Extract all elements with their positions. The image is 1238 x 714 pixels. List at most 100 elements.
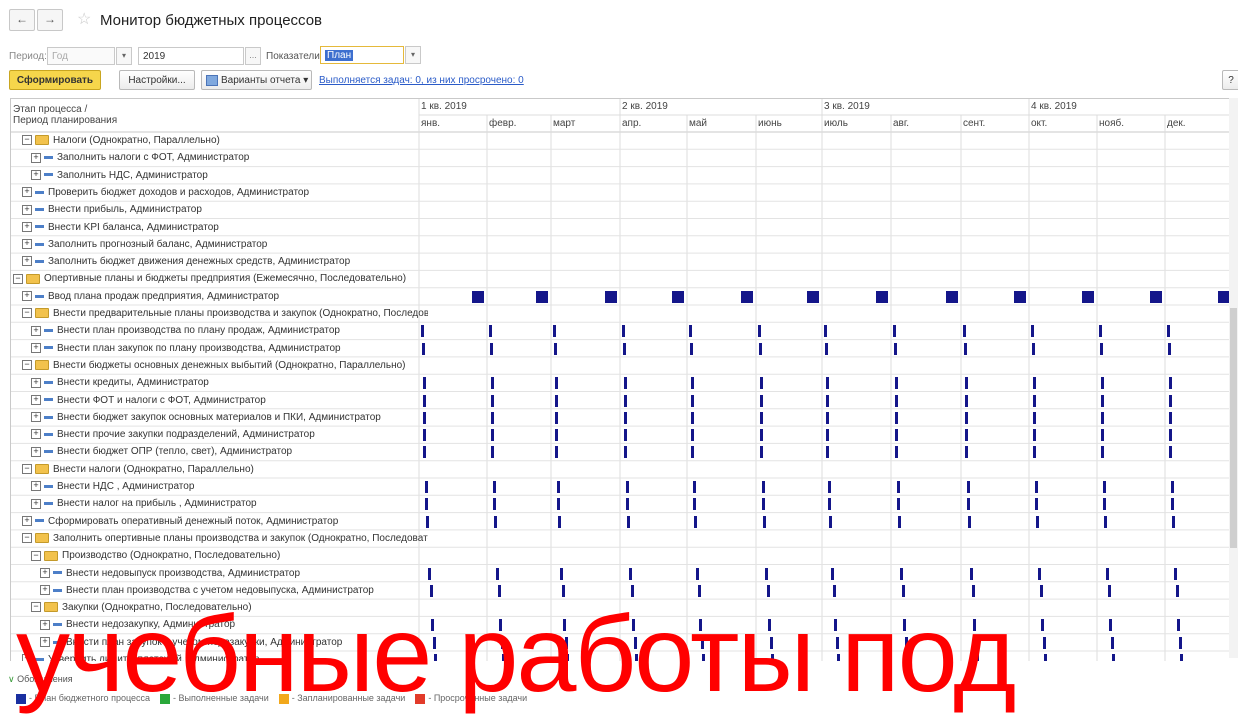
table-row[interactable]: − Налоги (Однократно, Параллельно) (11, 132, 1236, 149)
scrollbar-thumb[interactable] (1230, 308, 1237, 548)
plan-marker (771, 654, 775, 661)
quarter-header: 1 кв. 2019 (421, 101, 467, 112)
table-row[interactable]: + Внести KPI баланса, Администратор (11, 219, 1236, 236)
legend-item: - Выполненные задачи (160, 693, 269, 704)
row-label: + Внести прочие закупки подразделений, Ад… (11, 426, 437, 443)
chevron-down-icon[interactable]: ▾ (116, 47, 132, 65)
table-row[interactable]: − Опертивные планы и бюджеты предприятия … (11, 270, 1236, 287)
table-row[interactable]: + Заполнить прогнозный баланс, Администра… (11, 236, 1236, 253)
table-row[interactable]: + Проверить бюджет доходов и расходов, Ад… (11, 184, 1236, 201)
table-row[interactable]: + Заполнить НДС, Администратор (11, 167, 1236, 184)
legend-toggle[interactable]: ∨ Обозначения (8, 674, 73, 685)
expand-icon[interactable]: + (31, 412, 41, 423)
table-row[interactable]: + Ввод плана продаж предприятия, Админист… (11, 288, 1236, 305)
year-field[interactable]: 2019 (138, 47, 244, 65)
row-label: + Проверить бюджет доходов и расходов, Ад… (11, 184, 428, 201)
chevron-down-icon[interactable]: ▾ (405, 46, 421, 64)
table-row[interactable]: − Закупки (Однократно, Последовательно) (11, 599, 1236, 616)
table-row[interactable]: + Заполнить бюджет движения денежных сред… (11, 253, 1236, 270)
table-row[interactable]: + Внести план закупок с учетом недозакупк… (11, 634, 1236, 651)
plan-marker (906, 654, 910, 661)
row-label: + Утвердить лимиты платежей, Администрато… (11, 651, 428, 661)
expand-icon[interactable]: + (40, 585, 50, 596)
legend-text: - Запланированные задачи (291, 693, 406, 703)
expand-icon[interactable]: + (31, 498, 41, 509)
plan-marker (760, 446, 764, 459)
expand-icon[interactable]: + (22, 654, 32, 661)
expand-icon[interactable]: + (40, 619, 50, 630)
plan-marker (432, 636, 436, 649)
quarter-header: 4 кв. 2019 (1031, 101, 1077, 112)
folder-icon (44, 602, 58, 613)
expand-icon[interactable]: + (22, 221, 32, 232)
indicators-select[interactable]: План (320, 46, 404, 64)
table-row[interactable]: + Внести налог на прибыль , Администратор (11, 495, 1236, 512)
table-row[interactable]: − Внести предварительные планы производст… (11, 305, 1236, 322)
table-row[interactable]: + Заполнить налоги с ФОТ, Администратор (11, 149, 1236, 166)
expand-icon[interactable]: + (22, 291, 32, 302)
expand-icon[interactable]: + (40, 567, 50, 578)
help-button[interactable]: ? (1222, 70, 1238, 90)
expand-icon[interactable]: + (31, 152, 41, 163)
table-row[interactable]: + Внести недозакупку, Администратор (11, 616, 1236, 633)
forward-button[interactable]: → (37, 9, 63, 31)
collapse-icon[interactable]: − (31, 550, 41, 561)
plan-marker (827, 481, 831, 493)
collapse-icon[interactable]: − (13, 273, 23, 284)
expand-icon[interactable]: + (40, 637, 50, 648)
collapse-icon[interactable]: − (31, 602, 41, 613)
plan-marker (488, 325, 492, 338)
tasks-link[interactable]: Выполняется задач: 0, из них просрочено:… (319, 75, 524, 86)
expand-icon[interactable]: + (31, 325, 41, 336)
collapse-icon[interactable]: − (22, 533, 32, 544)
plan-marker (1102, 481, 1106, 493)
task-icon (44, 329, 53, 333)
expand-icon[interactable]: + (31, 394, 41, 405)
expand-icon[interactable]: + (22, 515, 32, 526)
collapse-icon[interactable]: − (22, 360, 32, 371)
variants-button[interactable]: Варианты отчета ▾ (201, 70, 312, 90)
expand-icon[interactable]: + (31, 429, 41, 440)
collapse-icon[interactable]: − (22, 135, 32, 146)
plan-marker (423, 394, 427, 407)
expand-icon[interactable]: + (22, 187, 32, 198)
plan-marker (691, 411, 695, 424)
table-row[interactable]: + Утвердить лимиты платежей, Администрато… (11, 651, 1236, 661)
table-row[interactable]: + Сформировать оперативный денежный поток… (11, 513, 1236, 530)
expand-icon[interactable]: + (31, 377, 41, 388)
star-icon[interactable]: ☆ (77, 9, 91, 29)
table-row[interactable]: − Внести налоги (Однократно, Параллельно) (11, 461, 1236, 478)
table-row[interactable]: + Внести НДС , Администратор (11, 478, 1236, 495)
expand-icon[interactable]: + (22, 239, 32, 250)
plan-marker (699, 619, 703, 632)
plan-marker (625, 481, 629, 493)
expand-icon[interactable]: + (22, 204, 32, 215)
expand-icon[interactable]: + (31, 481, 41, 492)
expand-icon[interactable]: + (31, 169, 41, 180)
table-row[interactable]: − Заполнить опертивные планы производства… (11, 530, 1236, 547)
table-row[interactable]: − Внести бюджеты основных денежных выбыти… (11, 357, 1236, 374)
table-row[interactable]: + Внести недовыпуск производства, Админис… (11, 565, 1236, 582)
generate-button[interactable]: Сформировать (9, 70, 101, 90)
collapse-icon[interactable]: − (22, 308, 32, 319)
table-row[interactable]: + Внести прибыль, Администратор (11, 201, 1236, 218)
settings-button[interactable]: Настройки... (119, 70, 195, 90)
plan-marker (895, 411, 899, 424)
expand-icon[interactable]: + (31, 446, 41, 457)
plan-marker (624, 429, 628, 442)
plan-marker (1170, 481, 1174, 493)
collapse-icon[interactable]: − (22, 464, 32, 475)
period-select[interactable]: Год (47, 47, 115, 65)
back-button[interactable]: ← (9, 9, 35, 31)
plan-marker (472, 290, 484, 303)
expand-icon[interactable]: + (31, 342, 41, 353)
more-icon[interactable]: … (245, 47, 261, 65)
table-row[interactable]: + Внести план производства с учетом недов… (11, 582, 1236, 599)
expand-icon[interactable]: + (22, 256, 32, 267)
table-row[interactable]: − Производство (Однократно, Последователь… (11, 547, 1236, 564)
plan-marker (896, 498, 900, 511)
task-icon (44, 415, 53, 419)
plan-marker (564, 636, 568, 649)
vertical-scrollbar[interactable] (1229, 98, 1238, 658)
plan-marker (1104, 515, 1108, 528)
